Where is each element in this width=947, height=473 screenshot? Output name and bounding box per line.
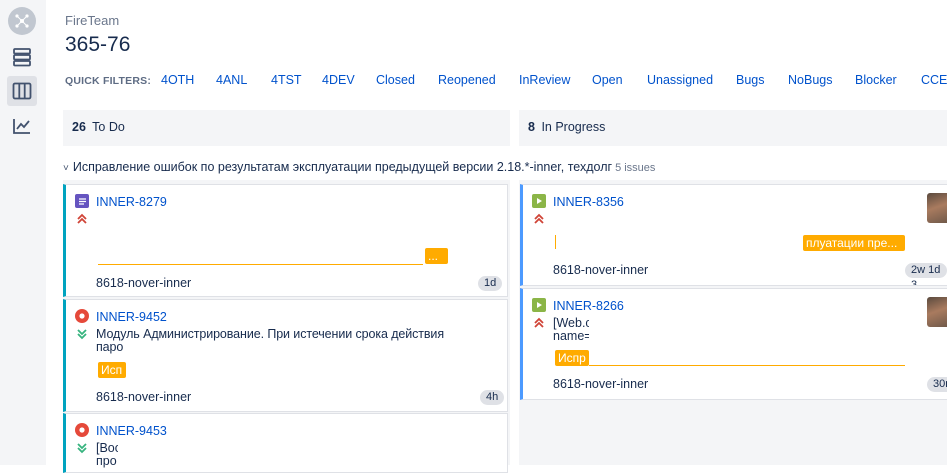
label-underline bbox=[98, 264, 423, 265]
estimate-badge: 4h bbox=[480, 390, 504, 405]
quick-filter-ccen[interactable]: CCEN bbox=[921, 73, 947, 87]
quick-filter-4dev[interactable]: 4DEV bbox=[322, 73, 355, 87]
quick-filters-label: QUICK FILTERS: bbox=[65, 75, 151, 87]
swimlane-title: Исправление ошибок по результатам эксплу… bbox=[73, 160, 612, 174]
priority-highest-icon bbox=[532, 212, 546, 224]
priority-high-icon bbox=[532, 316, 546, 328]
quick-filter-nobugs[interactable]: NoBugs bbox=[788, 73, 832, 87]
issue-card[interactable]: INNER-8266 [Web.c name= Испр 8618-nover-… bbox=[520, 288, 947, 400]
story-icon bbox=[75, 194, 89, 208]
issue-key[interactable]: INNER-9452 bbox=[96, 310, 167, 324]
column-header-todo: 26 To Do bbox=[63, 110, 510, 146]
quick-filter-4oth[interactable]: 4OTH bbox=[161, 73, 194, 87]
quick-filter-inreview[interactable]: InReview bbox=[519, 73, 570, 87]
app-sidebar bbox=[0, 0, 46, 465]
estimate-badge: 1d bbox=[478, 276, 502, 291]
quick-filter-reopened[interactable]: Reopened bbox=[438, 73, 496, 87]
jira-logo-icon[interactable] bbox=[8, 7, 36, 35]
priority-highest-icon bbox=[75, 212, 89, 224]
column-name: To Do bbox=[92, 120, 125, 134]
issue-summary: Модуль Администрирование. При истечении … bbox=[96, 328, 456, 354]
priority-lowest-icon bbox=[75, 441, 89, 453]
chevron-down-icon[interactable]: ˅ bbox=[63, 163, 69, 174]
page-title: 365-76 bbox=[65, 33, 130, 57]
project-name[interactable]: FireTeam bbox=[65, 13, 119, 28]
label-underline bbox=[589, 365, 905, 366]
issue-card[interactable]: INNER-9452 Модуль Администрирование. При… bbox=[63, 299, 508, 412]
quick-filter-unassigned[interactable]: Unassigned bbox=[647, 73, 713, 87]
epic-label: Испр bbox=[555, 350, 589, 366]
issue-key[interactable]: INNER-8279 bbox=[96, 195, 167, 209]
epic-label: ... bbox=[425, 248, 448, 264]
issue-card[interactable]: INNER-9453 [Вос про bbox=[63, 413, 508, 473]
epic-link[interactable]: 8618-nover-inner bbox=[96, 390, 191, 404]
label-start-mark bbox=[555, 235, 556, 249]
epic-link[interactable]: 8618-nover-inner bbox=[553, 377, 648, 391]
quick-filter-closed[interactable]: Closed bbox=[376, 73, 415, 87]
improvement-icon bbox=[532, 298, 546, 312]
column-count: 26 bbox=[72, 120, 86, 134]
swimlane-header[interactable]: ˅ Исправление ошибок по результатам экспл… bbox=[63, 160, 655, 174]
epic-label: плуатации пре... bbox=[803, 235, 905, 251]
improvement-icon bbox=[532, 194, 546, 208]
estimate-badge: 30m bbox=[927, 377, 947, 392]
quick-filter-blocker[interactable]: Blocker bbox=[855, 73, 897, 87]
issue-key[interactable]: INNER-9453 bbox=[96, 424, 167, 438]
epic-link[interactable]: 8618-nover-inner bbox=[96, 276, 191, 290]
bug-icon bbox=[75, 423, 89, 437]
column-count: 8 bbox=[528, 120, 535, 134]
quick-filter-bugs[interactable]: Bugs bbox=[736, 73, 765, 87]
quick-filter-open[interactable]: Open bbox=[592, 73, 623, 87]
board-main: FireTeam 365-76 QUICK FILTERS: 4OTH 4ANL… bbox=[46, 0, 947, 465]
avatar[interactable] bbox=[927, 193, 947, 223]
issue-key[interactable]: INNER-8356 bbox=[553, 195, 624, 209]
issue-summary: [Web.c name= bbox=[553, 317, 589, 343]
priority-lowest-icon bbox=[75, 327, 89, 339]
epic-link[interactable]: 8618-nover-inner bbox=[553, 263, 648, 277]
swimlane-issue-count: 5 issues bbox=[615, 162, 655, 174]
quick-filter-4tst[interactable]: 4TST bbox=[271, 73, 302, 87]
avatar[interactable] bbox=[927, 297, 947, 327]
estimate-badge: 2w 1d 3 bbox=[905, 263, 947, 278]
board-icon[interactable] bbox=[7, 76, 37, 106]
issue-summary: [Вос про bbox=[96, 442, 118, 468]
column-header-in-progress: 8 In Progress bbox=[519, 110, 947, 146]
quick-filter-4anl[interactable]: 4ANL bbox=[216, 73, 247, 87]
backlog-icon[interactable] bbox=[7, 42, 37, 72]
reports-icon[interactable] bbox=[7, 111, 37, 141]
column-name: In Progress bbox=[541, 120, 605, 134]
epic-label: Исп bbox=[98, 362, 126, 378]
issue-key[interactable]: INNER-8266 bbox=[553, 299, 624, 313]
bug-icon bbox=[75, 309, 89, 323]
issue-card[interactable]: INNER-8356 плуатации пре... 8618-nover-i… bbox=[520, 184, 947, 286]
issue-card[interactable]: INNER-8279 ... 8618-nover-inner 1d bbox=[63, 184, 508, 297]
